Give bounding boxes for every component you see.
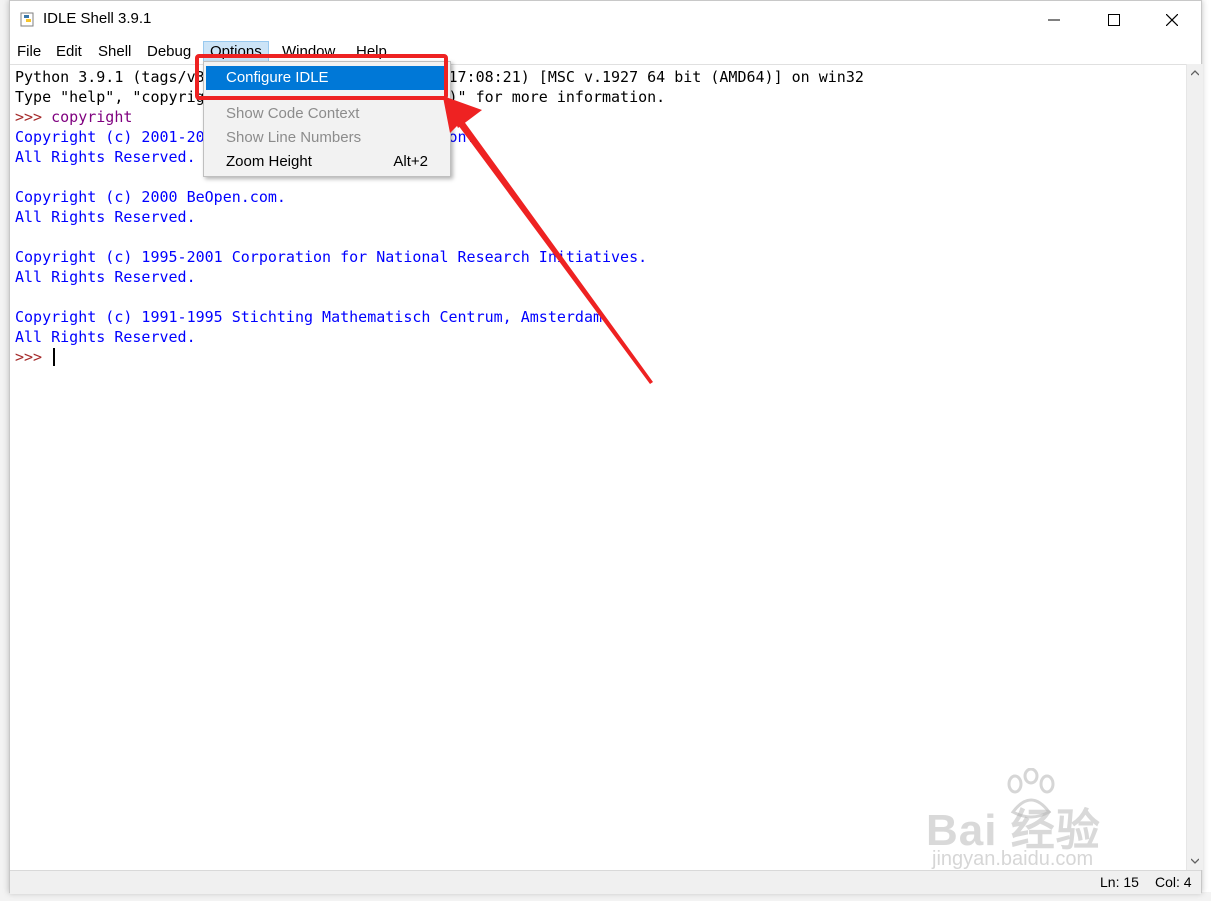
python-idle-icon: [20, 11, 36, 27]
shell-line: All Rights Reserved.: [15, 207, 864, 227]
shell-text: Copyright (c) 1995-2001 Corporation for …: [15, 248, 648, 266]
shell-line: All Rights Reserved.: [15, 327, 864, 347]
menu-file[interactable]: File: [11, 41, 47, 63]
menu-item-show-line-numbers[interactable]: Show Line Numbers: [206, 126, 446, 150]
menu-debug[interactable]: Debug: [141, 41, 197, 63]
shell-input: copyright: [51, 108, 133, 126]
baidu-jingyan-watermark: Bai 经验 jingyan.baidu.com: [926, 768, 1156, 878]
window-title: IDLE Shell 3.9.1: [43, 10, 152, 27]
menu-item-zoom-height[interactable]: Zoom Height Alt+2: [206, 150, 446, 174]
zoom-height-shortcut: Alt+2: [393, 153, 428, 170]
scroll-down-icon[interactable]: [1191, 858, 1199, 864]
scroll-up-icon[interactable]: [1191, 70, 1199, 76]
shell-text: All Rights Reserved.: [15, 328, 196, 346]
zoom-height-label: Zoom Height: [226, 153, 312, 170]
shell-text: All Rights Reserved.: [15, 208, 196, 226]
annotation-highlight-box: [195, 54, 448, 100]
menu-bar: File Edit Shell Debug Options Window Hel…: [10, 39, 1201, 63]
shell-text: Copyright (c) 1991-1995 Stichting Mathem…: [15, 308, 612, 326]
shell-prompt: >>>: [15, 348, 52, 366]
shell-prompt: >>>: [15, 108, 52, 126]
maximize-button[interactable]: [1085, 1, 1143, 39]
shell-text: All Rights Reserved.: [15, 268, 196, 286]
shell-text: Copyright (c) 2000 BeOpen.com.: [15, 188, 286, 206]
shell-text-area[interactable]: Python 3.9.1 (tags/v3.9.1:1e5d33e, Dec 7…: [10, 64, 1186, 871]
vertical-scrollbar[interactable]: [1186, 64, 1203, 870]
watermark-url: jingyan.baidu.com: [932, 848, 1094, 870]
shell-line: Copyright (c) 1991-1995 Stichting Mathem…: [15, 307, 864, 327]
close-button[interactable]: [1143, 1, 1201, 39]
menu-shell[interactable]: Shell: [92, 41, 137, 63]
text-cursor: [53, 348, 56, 366]
shell-line: All Rights Reserved.: [15, 267, 864, 287]
status-column: Col: 4: [1155, 874, 1192, 890]
shell-line: Copyright (c) 2000 BeOpen.com.: [15, 187, 864, 207]
menu-item-show-code-context[interactable]: Show Code Context: [206, 102, 446, 126]
minimize-button[interactable]: [1025, 1, 1083, 39]
shell-line: Copyright (c) 1995-2001 Corporation for …: [15, 247, 864, 267]
shell-line-current[interactable]: >>>: [15, 347, 864, 367]
menu-edit[interactable]: Edit: [50, 41, 88, 63]
idle-shell-window: IDLE Shell 3.9.1 File Edit Shell Debug O…: [9, 0, 1203, 894]
shell-text: All Rights Reserved.: [15, 148, 196, 166]
title-bar[interactable]: IDLE Shell 3.9.1: [10, 1, 1201, 39]
